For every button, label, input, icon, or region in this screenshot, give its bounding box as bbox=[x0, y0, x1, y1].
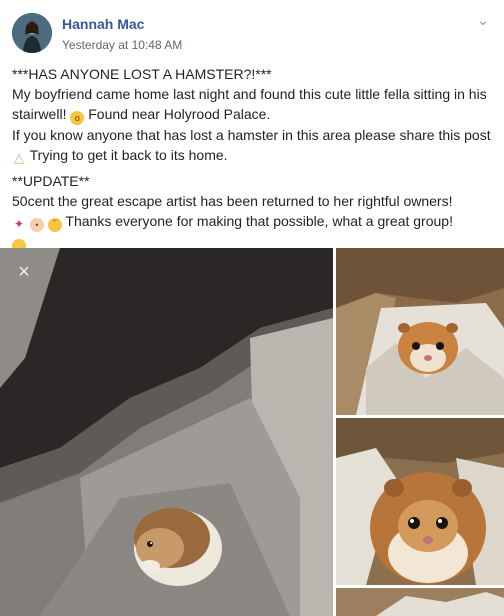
photo-hamster-box-1[interactable] bbox=[336, 248, 504, 415]
post-options-button[interactable]: ⌄ bbox=[470, 10, 496, 30]
photo-grid: × bbox=[0, 248, 504, 616]
photo-hamster-box-2[interactable] bbox=[336, 418, 504, 585]
update-header: **UPDATE** bbox=[12, 173, 90, 189]
facebook-post: Hannah Mac Yesterday at 10:48 AM ⌄ ***HA… bbox=[0, 0, 504, 616]
post-message: ***HAS ANYONE LOST A HAMSTER?!*** My boy… bbox=[12, 64, 497, 253]
thanks-line: ✦ • ‾ Thanks everyone for making that po… bbox=[12, 211, 497, 232]
share-line: If you know anyone that has lost a hamst… bbox=[12, 125, 497, 165]
update-line: 50cent the great escape artist has been … bbox=[12, 193, 453, 209]
location-text: Found near Holyrood Palace. bbox=[84, 106, 271, 122]
praying-hands-emoji-icon: △ bbox=[14, 150, 24, 165]
party-popper-emoji-icon: ✦ bbox=[13, 217, 25, 231]
post-header: Hannah Mac Yesterday at 10:48 AM ⌄ bbox=[0, 0, 504, 62]
chevron-down-icon: ⌄ bbox=[477, 12, 489, 28]
thanks-text: Thanks everyone for making that possible… bbox=[61, 213, 453, 229]
photo-hamster-stairwell[interactable]: × bbox=[0, 248, 333, 616]
story-line: My boyfriend came home last night and fo… bbox=[12, 84, 497, 125]
surprised-face-emoji-icon: o bbox=[70, 111, 85, 125]
avatar[interactable] bbox=[12, 13, 52, 53]
share-text: If you know anyone that has lost a hamst… bbox=[12, 127, 491, 143]
photo-hamster-box-3[interactable] bbox=[336, 588, 504, 616]
author-name[interactable]: Hannah Mac bbox=[62, 16, 144, 32]
close-icon[interactable]: × bbox=[14, 262, 34, 282]
post-timestamp[interactable]: Yesterday at 10:48 AM bbox=[62, 38, 182, 52]
home-text: Trying to get it back to its home. bbox=[26, 147, 228, 163]
relieved-face-emoji-icon: ‾ bbox=[47, 218, 62, 232]
headline: ***HAS ANYONE LOST A HAMSTER?!*** bbox=[12, 66, 272, 82]
hamster-face-emoji-icon: • bbox=[29, 218, 44, 232]
